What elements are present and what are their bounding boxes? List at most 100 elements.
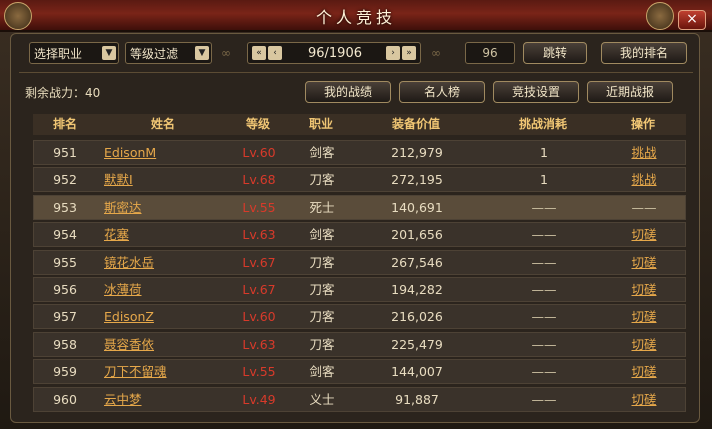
rank-cell: 955 [53, 254, 77, 270]
player-name-link[interactable]: 冰薄荷 [104, 278, 224, 302]
challenge-cost-cell: —— [531, 309, 557, 325]
challenge-cost-cell: —— [531, 199, 557, 215]
page-number-input[interactable]: 96 [465, 42, 515, 64]
table-row: 954 花塞 Lv.63 剑客 201,656 —— 切磋 [33, 222, 686, 248]
level-cell: Lv.55 [242, 199, 276, 215]
player-name-link[interactable]: 默默I [104, 168, 224, 192]
equip-cell: 267,546 [391, 254, 443, 270]
chevron-down-icon: ▼ [195, 46, 209, 60]
challenge-cost-cell: —— [531, 227, 557, 243]
challenge-link[interactable]: 挑战 [614, 168, 674, 192]
player-name-link[interactable]: EdisonM [104, 141, 224, 165]
main-panel: 选择职业 ▼ 等级过滤 ▼ ∞ « ‹ 96/1906 › » ∞ 96 跳转 … [10, 33, 700, 423]
job-select[interactable]: 选择职业 ▼ [29, 42, 119, 64]
table-row: 957 EdisonZ Lv.60 刀客 216,026 —— 切磋 [33, 304, 686, 330]
table-row: 960 云中梦 Lv.49 义士 91,887 —— 切磋 [33, 386, 686, 412]
level-cell: Lv.68 [242, 172, 276, 188]
player-name-link[interactable]: 聂容香依 [104, 333, 224, 357]
operation-cell: —— [631, 199, 657, 215]
job-cell: 刀客 [309, 254, 335, 270]
equip-cell: 272,195 [391, 172, 443, 188]
challenge-cost-cell: —— [531, 254, 557, 270]
job-cell: 剑客 [309, 364, 335, 380]
cost-cell: 1 [540, 172, 548, 188]
table-row: 952 默默I Lv.68 刀客 272,195 1 挑战 [33, 167, 686, 193]
my-rank-button[interactable]: 我的排名 [601, 42, 687, 64]
table-header: 排名 姓名 等级 职业 装备价值 挑战消耗 操作 [33, 114, 686, 135]
divider [19, 72, 693, 73]
player-name-link[interactable]: 花塞 [104, 223, 224, 247]
player-name-link[interactable]: 云中梦 [104, 388, 224, 412]
job-cell: 刀客 [309, 172, 335, 188]
last-page-button[interactable]: » [402, 46, 416, 60]
rank-cell: 956 [53, 282, 77, 297]
player-name-link[interactable]: EdisonZ [104, 305, 224, 329]
level-filter-label: 等级过滤 [130, 47, 179, 61]
header-operation: 操作 [630, 117, 655, 131]
my-record-button[interactable]: 我的战绩 [305, 81, 391, 103]
table-row: 958 聂容香依 Lv.63 刀客 225,479 —— 切磋 [33, 331, 686, 357]
table-row: 951 EdisonM Lv.60 剑客 212,979 1 挑战 [33, 140, 686, 165]
player-name-link[interactable]: 镜花水岳 [104, 251, 224, 275]
recent-report-button[interactable]: 近期战报 [587, 81, 673, 103]
arena-window: 个人竞技 × 选择职业 ▼ 等级过滤 ▼ ∞ « ‹ 96/1906 › » ∞… [0, 0, 712, 429]
spar-link[interactable]: 切磋 [614, 333, 674, 357]
level-cell: Lv.49 [242, 391, 276, 407]
table-row: 953 斯密达 Lv.55 死士 140,691 —— —— [33, 194, 686, 220]
job-cell: 死士 [309, 199, 335, 215]
job-cell: 刀客 [309, 309, 335, 325]
spar-link[interactable]: 切磋 [614, 223, 674, 247]
rank-cell: 958 [53, 336, 77, 352]
job-cell: 义士 [309, 391, 335, 407]
challenge-cost-cell: —— [531, 391, 557, 407]
equip-cell: 194,282 [391, 282, 443, 297]
spar-link[interactable]: 切磋 [614, 278, 674, 302]
equip-cell: 216,026 [391, 309, 443, 325]
equip-cell: 225,479 [391, 336, 443, 352]
page-indicator: 96/1906 [307, 46, 362, 61]
jump-button[interactable]: 跳转 [523, 42, 587, 64]
job-cell: 刀客 [309, 282, 335, 297]
window-title: 个人竞技 [315, 8, 396, 27]
spar-link[interactable]: 切磋 [614, 360, 674, 384]
table-row: 956 冰薄荷 Lv.67 刀客 194,282 —— 切磋 [33, 277, 686, 302]
challenge-cost-cell: —— [531, 364, 557, 380]
prev-page-button[interactable]: ‹ [268, 46, 282, 60]
level-cell: Lv.63 [242, 227, 276, 243]
player-name-link[interactable]: 刀下不留魂 [104, 360, 224, 384]
level-cell: Lv.63 [242, 336, 276, 352]
arena-settings-button[interactable]: 竞技设置 [493, 81, 579, 103]
hall-of-fame-button[interactable]: 名人榜 [399, 81, 485, 103]
spar-link[interactable]: 切磋 [614, 305, 674, 329]
level-cell: Lv.67 [242, 282, 276, 297]
level-filter-select[interactable]: 等级过滤 ▼ [125, 42, 212, 64]
table-row: 955 镜花水岳 Lv.67 刀客 267,546 —— 切磋 [33, 249, 686, 275]
header-job: 职业 [308, 117, 333, 131]
spar-link[interactable]: 切磋 [614, 388, 674, 412]
pager: « ‹ 96/1906 › » [247, 42, 421, 64]
rank-cell: 959 [53, 364, 77, 380]
job-cell: 剑客 [309, 227, 335, 243]
challenge-cost-cell: —— [531, 336, 557, 352]
equip-cell: 91,887 [395, 391, 439, 407]
first-page-button[interactable]: « [252, 46, 266, 60]
equip-cell: 144,007 [391, 364, 443, 380]
player-name-link[interactable]: 斯密达 [104, 196, 224, 220]
title-bar: 个人竞技 × [0, 0, 712, 32]
spar-link[interactable]: 切磋 [614, 251, 674, 275]
challenge-link[interactable]: 挑战 [614, 141, 674, 165]
level-cell: Lv.55 [242, 364, 276, 380]
close-button[interactable]: × [678, 10, 706, 30]
toolbar: 选择职业 ▼ 等级过滤 ▼ ∞ « ‹ 96/1906 › » ∞ 96 跳转 … [11, 42, 701, 68]
level-cell: Lv.60 [242, 309, 276, 325]
header-rank: 排名 [52, 117, 77, 131]
level-cell: Lv.67 [242, 254, 276, 270]
header-challenge-cost: 挑战消耗 [518, 117, 567, 131]
chevron-down-icon: ▼ [102, 46, 116, 60]
next-page-button[interactable]: › [386, 46, 400, 60]
job-select-label: 选择职业 [34, 47, 83, 61]
rank-cell: 954 [53, 227, 77, 243]
equip-cell: 212,979 [391, 145, 443, 160]
challenge-cost-cell: —— [531, 282, 557, 297]
rank-cell: 957 [53, 309, 77, 325]
